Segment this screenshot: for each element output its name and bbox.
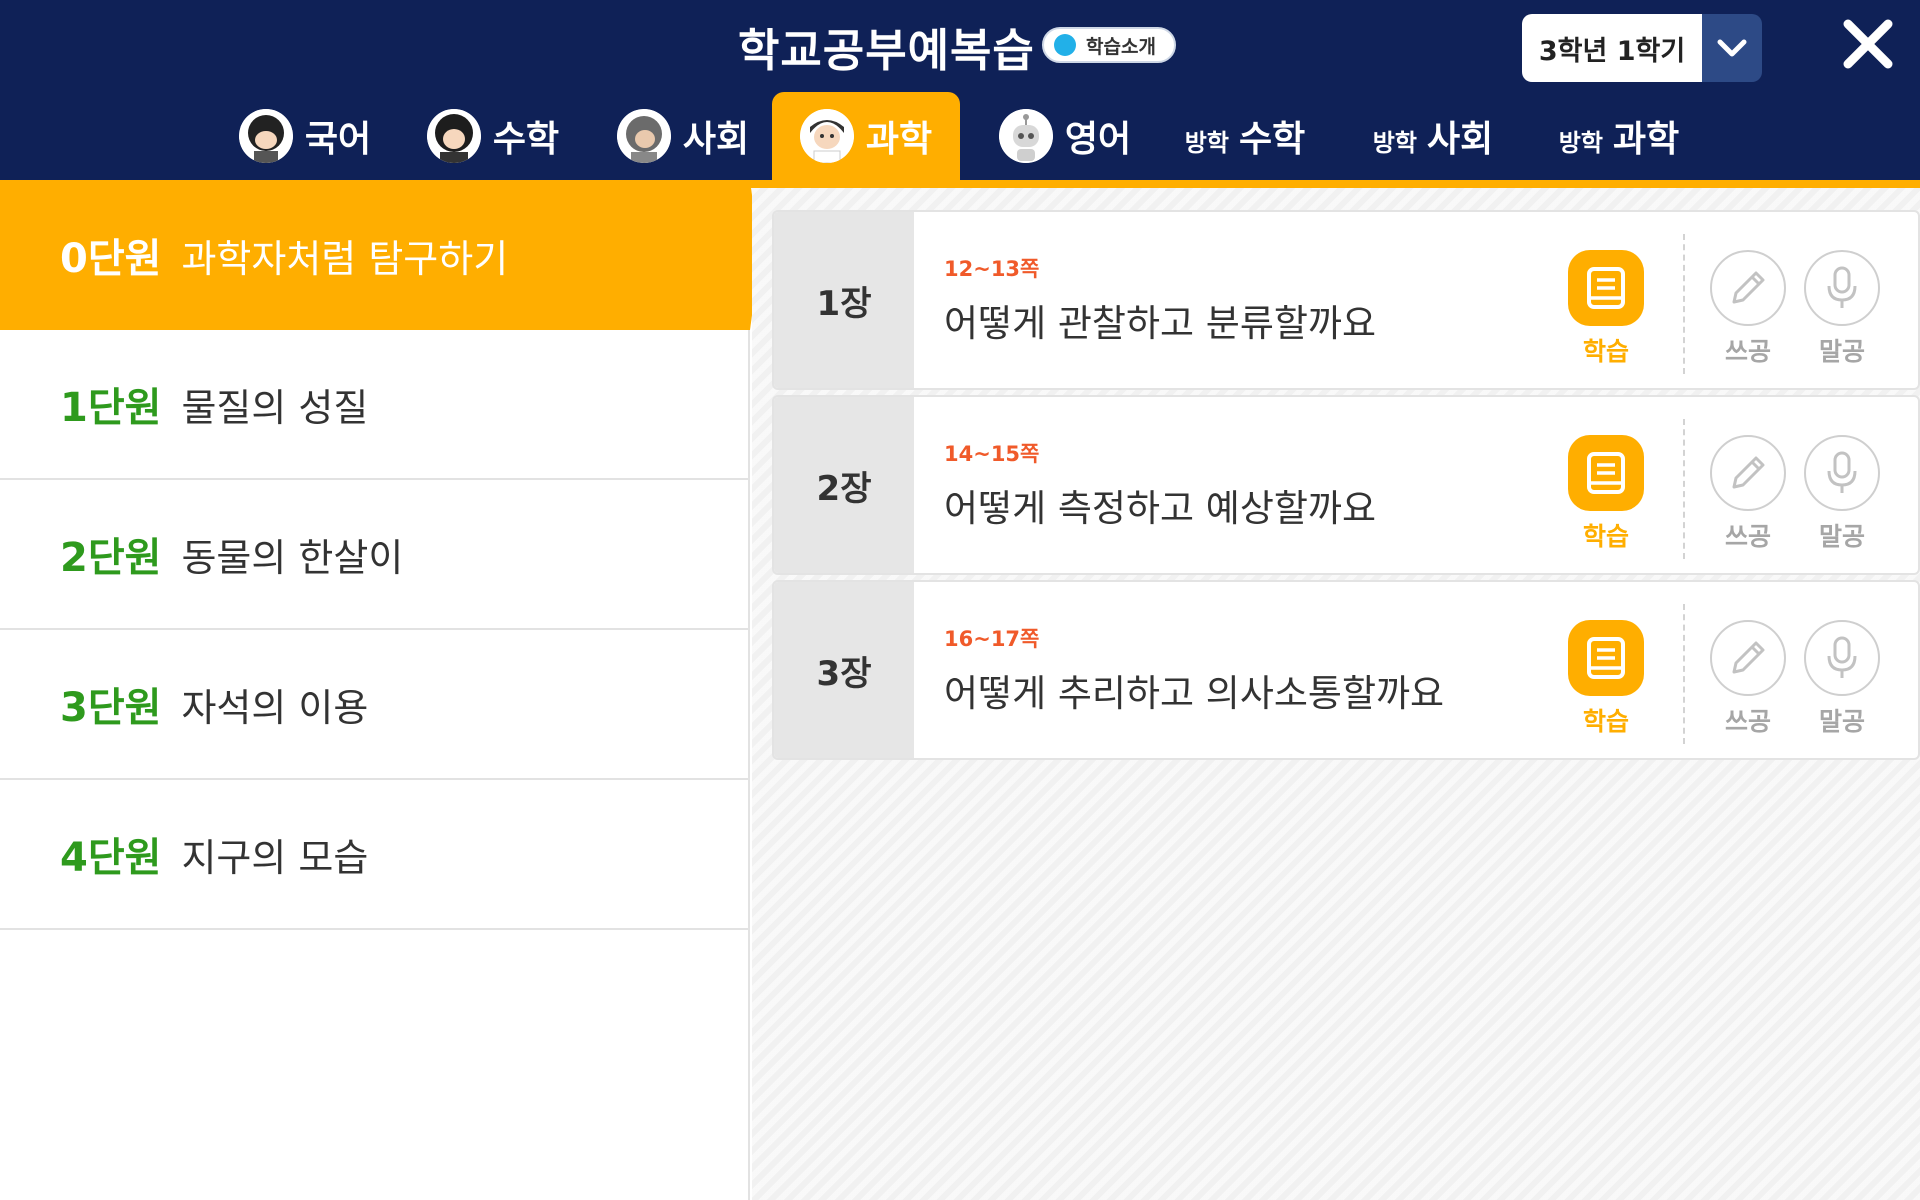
study-label: 학습	[1582, 522, 1629, 551]
chapter-pages: 12~13쪽	[944, 257, 1040, 281]
chapter-number: 2장	[774, 397, 914, 573]
microphone-icon	[1804, 620, 1880, 696]
intro-label: 학습소개	[1086, 35, 1156, 58]
tab-prefix: 방학	[1558, 128, 1603, 157]
tab-label: 사회	[682, 119, 750, 160]
grade-select[interactable]: 3학년 1학기	[1522, 14, 1762, 82]
chapter-number: 3장	[774, 582, 914, 758]
tab-english[interactable]: 영어	[990, 92, 1140, 180]
unit-item-0[interactable]: 0단원 과학자처럼 탐구하기	[0, 180, 750, 330]
chapter-actions: 학습 쓰공 말공	[1548, 212, 1918, 388]
tab-label: 과학	[865, 119, 933, 160]
write-button[interactable]: 쓰공	[1710, 620, 1786, 738]
divider	[1683, 234, 1685, 374]
write-label: 쓰공	[1724, 337, 1771, 366]
speak-button[interactable]: 말공	[1804, 435, 1880, 553]
study-label: 학습	[1582, 707, 1629, 736]
chapter-actions: 학습 쓰공 말공	[1548, 582, 1918, 758]
write-label: 쓰공	[1724, 707, 1771, 736]
chapter-info: 12~13쪽 어떻게 관찰하고 분류할까요	[914, 212, 1548, 388]
write-label: 쓰공	[1724, 522, 1771, 551]
microphone-icon	[1804, 435, 1880, 511]
tab-label: 사회	[1426, 119, 1494, 160]
chapter-actions: 학습 쓰공 말공	[1548, 397, 1918, 573]
chapter-info: 14~15쪽 어떻게 측정하고 예상할까요	[914, 397, 1548, 573]
speak-button[interactable]: 말공	[1804, 250, 1880, 368]
chapter-card-1[interactable]: 1장 12~13쪽 어떻게 관찰하고 분류할까요 학습 쓰공 말공	[772, 210, 1920, 390]
grade-label: 3학년 1학기	[1522, 14, 1702, 82]
tab-label: 수학	[492, 119, 560, 160]
close-icon[interactable]	[1838, 14, 1898, 74]
chapter-pages: 16~17쪽	[944, 627, 1040, 651]
write-button[interactable]: 쓰공	[1710, 250, 1786, 368]
avatar-icon	[616, 109, 671, 163]
avatar-icon	[426, 109, 481, 163]
unit-item-2[interactable]: 2단원 동물의 한살이	[0, 480, 750, 630]
unit-number: 4단원	[60, 835, 162, 881]
unit-item-4[interactable]: 4단원 지구의 모습	[0, 780, 750, 930]
unit-title: 동물의 한살이	[181, 535, 404, 580]
tab-korean[interactable]: 국어	[230, 92, 380, 180]
tab-label: 수학	[1238, 119, 1306, 160]
tab-math[interactable]: 수학	[418, 92, 568, 180]
study-button[interactable]: 학습	[1568, 620, 1644, 738]
subject-tabs: 국어 수학 사회 과학 영어 방학 수학 방학 사회 방학 과학	[0, 92, 1920, 180]
chapter-title: 어떻게 측정하고 예상할까요	[944, 487, 1377, 530]
tab-vacation-science[interactable]: 방학 과학	[1544, 92, 1694, 180]
write-button[interactable]: 쓰공	[1710, 435, 1786, 553]
chapter-title: 어떻게 추리하고 의사소통할까요	[944, 672, 1445, 715]
unit-number: 1단원	[60, 385, 162, 431]
divider	[1683, 419, 1685, 559]
tab-label: 국어	[304, 119, 372, 160]
unit-item-3[interactable]: 3단원 자석의 이용	[0, 630, 750, 780]
chapter-panel: 1장 12~13쪽 어떻게 관찰하고 분류할까요 학습 쓰공 말공 2장 14~…	[752, 188, 1920, 1200]
chapter-card-3[interactable]: 3장 16~17쪽 어떻게 추리하고 의사소통할까요 학습 쓰공 말공	[772, 580, 1920, 760]
app-title: 학교공부예복습	[738, 24, 1035, 77]
unit-title: 자석의 이용	[181, 685, 369, 730]
unit-item-1[interactable]: 1단원 물질의 성질	[0, 330, 750, 480]
unit-title: 과학자처럼 탐구하기	[181, 236, 509, 281]
speak-button[interactable]: 말공	[1804, 620, 1880, 738]
speak-label: 말공	[1818, 337, 1865, 366]
unit-list: 0단원 과학자처럼 탐구하기 1단원 물질의 성질 2단원 동물의 한살이 3단…	[0, 180, 750, 1200]
avatar-icon	[799, 109, 854, 163]
microphone-icon	[1804, 250, 1880, 326]
chapter-number: 1장	[774, 212, 914, 388]
avatar-icon	[238, 109, 293, 163]
chapter-card-2[interactable]: 2장 14~15쪽 어떻게 측정하고 예상할까요 학습 쓰공 말공	[772, 395, 1920, 575]
tab-social[interactable]: 사회	[608, 92, 758, 180]
unit-number: 0단원	[60, 236, 162, 282]
tab-prefix: 방학	[1372, 128, 1417, 157]
pencil-icon	[1710, 620, 1786, 696]
chevron-down-icon[interactable]	[1702, 14, 1762, 82]
speak-label: 말공	[1818, 522, 1865, 551]
tab-science[interactable]: 과학	[772, 92, 960, 180]
study-button[interactable]: 학습	[1568, 250, 1644, 368]
book-icon	[1568, 250, 1644, 326]
pencil-icon	[1710, 250, 1786, 326]
unit-title: 지구의 모습	[181, 835, 369, 880]
robot-avatar-icon	[998, 109, 1053, 163]
tab-label: 영어	[1064, 119, 1132, 160]
pencil-icon	[1710, 435, 1786, 511]
tab-vacation-math[interactable]: 방학 수학	[1170, 92, 1320, 180]
tab-vacation-social[interactable]: 방학 사회	[1358, 92, 1508, 180]
chapter-title: 어떻게 관찰하고 분류할까요	[944, 302, 1377, 345]
study-label: 학습	[1582, 337, 1629, 366]
intro-button[interactable]: 학습소개	[1042, 27, 1176, 63]
study-button[interactable]: 학습	[1568, 435, 1644, 553]
tab-label: 과학	[1612, 119, 1680, 160]
dot-icon	[1054, 34, 1076, 56]
chapter-pages: 14~15쪽	[944, 442, 1040, 466]
book-icon	[1568, 620, 1644, 696]
chapter-info: 16~17쪽 어떻게 추리하고 의사소통할까요	[914, 582, 1548, 758]
tab-prefix: 방학	[1184, 128, 1229, 157]
divider	[1683, 604, 1685, 744]
speak-label: 말공	[1818, 707, 1865, 736]
unit-number: 2단원	[60, 535, 162, 581]
unit-title: 물질의 성질	[181, 385, 369, 430]
unit-number: 3단원	[60, 685, 162, 731]
book-icon	[1568, 435, 1644, 511]
